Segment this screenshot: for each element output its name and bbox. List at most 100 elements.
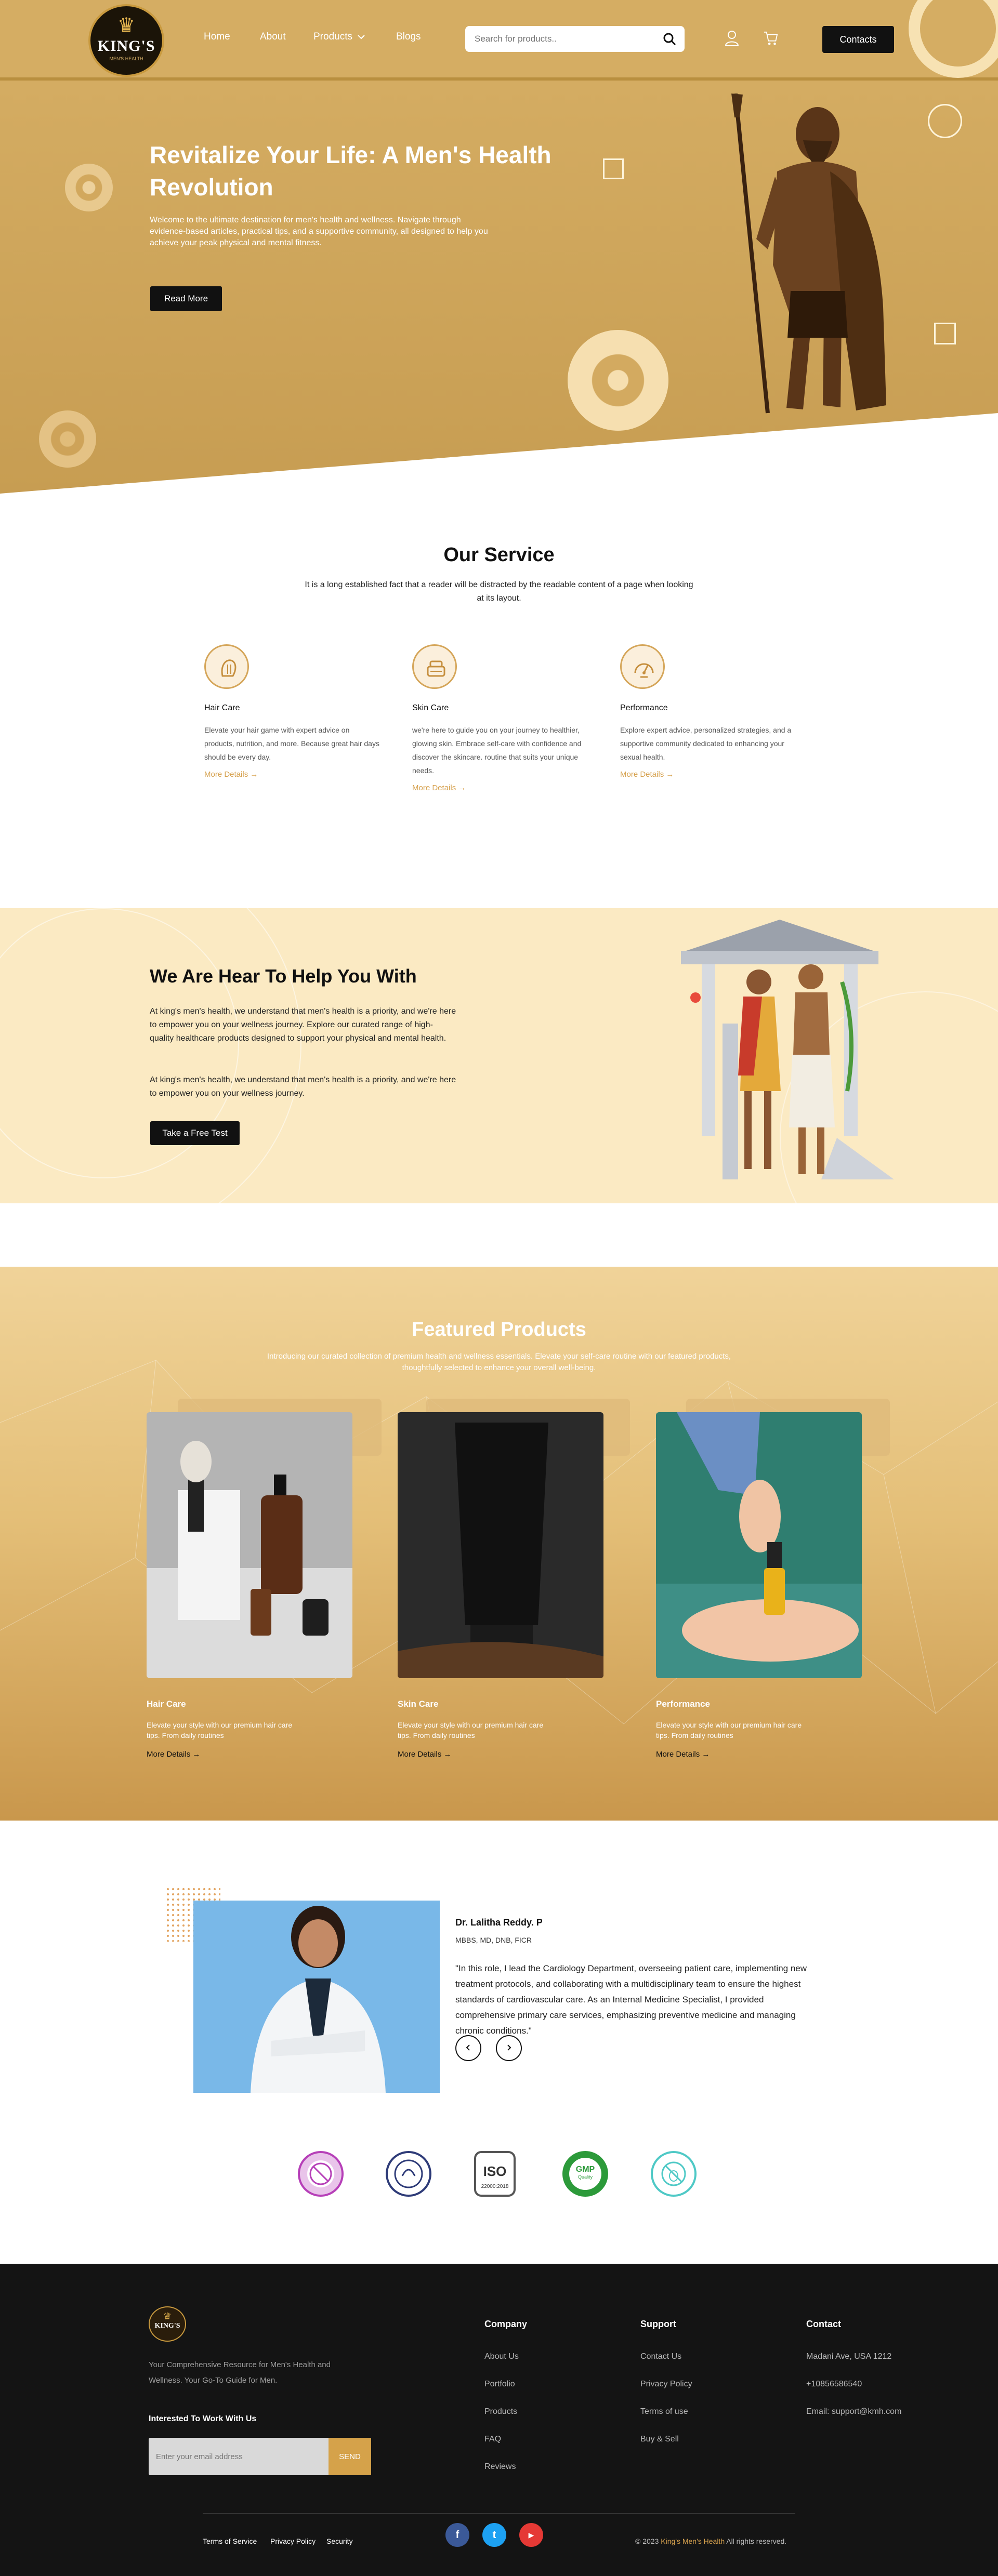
product-text: Elevate your style with our premium hair… (147, 1721, 293, 1740)
paraben-free-badge (298, 2151, 344, 2197)
decor-square (603, 158, 624, 179)
contacts-button[interactable]: Contacts (822, 26, 894, 53)
email-input[interactable] (156, 2449, 312, 2464)
service-title: Skin Care (412, 703, 449, 712)
crown-icon: ♛ (163, 2311, 172, 2321)
logo-wordmark: KING'S (97, 37, 155, 55)
logo-tagline: MEN'S HEALTH (109, 56, 143, 61)
decor-ring (65, 164, 113, 211)
footer-link-products[interactable]: Products (484, 2407, 517, 2416)
more-details-link[interactable]: More Details → (204, 770, 381, 779)
service-card: Performance Explore expert advice, perso… (620, 644, 797, 779)
skin-care-product-image (398, 1412, 603, 1678)
search-icon[interactable] (663, 32, 676, 46)
help-paragraph: At king's men's health, we understand th… (150, 1075, 456, 1098)
product-card[interactable]: Hair Care Elevate your style with our pr… (147, 1412, 352, 1759)
copyright: © 2023 King's Men's Health All rights re… (635, 2537, 787, 2545)
contact-heading: Contact (806, 2319, 841, 2329)
site-header: ♛ KING'S MEN'S HEALTH Home About Product… (0, 0, 998, 81)
footer-link-about[interactable]: About Us (484, 2352, 519, 2361)
hero-title: Revitalize Your Life: A Men's Health Rev… (150, 141, 551, 201)
nav-products[interactable]: Products (313, 31, 352, 43)
footer-link-buy-sell[interactable]: Buy & Sell (640, 2435, 679, 2444)
send-button[interactable]: SEND (329, 2438, 371, 2475)
chevron-down-icon[interactable] (358, 34, 365, 39)
contact-address: Madani Ave, USA 1212 (806, 2352, 892, 2361)
iso-label: ISO (483, 2163, 507, 2179)
product-card[interactable]: Performance Elevate your style with our … (656, 1412, 862, 1759)
service-text: Explore expert advice, personalized stra… (620, 726, 792, 761)
footer-link-terms[interactable]: Terms of use (640, 2407, 688, 2416)
footer-divider (203, 2513, 795, 2514)
work-title: Interested To Work With Us (149, 2414, 257, 2423)
bottom-link-security[interactable]: Security (326, 2537, 353, 2545)
decor-ring (568, 330, 668, 431)
contact-phone[interactable]: +10856586540 (806, 2380, 862, 2389)
cart-icon[interactable] (763, 30, 779, 46)
bottom-link-terms[interactable]: Terms of Service (203, 2537, 257, 2545)
nav-home[interactable]: Home (204, 31, 230, 43)
services-subtitle: It is a long established fact that a rea… (305, 580, 693, 603)
youtube-icon[interactable]: ▶ (519, 2523, 543, 2547)
featured-title: Featured Products (412, 1319, 586, 1340)
performance-product-image (656, 1412, 862, 1678)
iso-certified-badge: ISO 22000:2018 (474, 2151, 516, 2197)
gmp-quality-badge: GMP Quality (562, 2151, 608, 2197)
hair-care-icon (204, 644, 249, 689)
nav-blogs[interactable]: Blogs (396, 31, 421, 43)
more-details-link[interactable]: More Details → (147, 1750, 352, 1759)
help-section: We Are Hear To Help You With At king's m… (0, 908, 998, 1203)
search-input[interactable] (475, 31, 646, 47)
decor-circle (928, 104, 962, 138)
more-details-link[interactable]: More Details → (398, 1750, 603, 1759)
next-testimonial-button[interactable] (496, 2035, 522, 2061)
user-icon[interactable] (724, 30, 740, 46)
email-form: SEND (149, 2438, 371, 2475)
company-heading: Company (484, 2319, 528, 2329)
skin-care-icon (412, 644, 457, 689)
twitter-icon[interactable]: t (482, 2523, 506, 2547)
product-card[interactable]: Skin Care Elevate your style with our pr… (398, 1412, 603, 1759)
service-title: Performance (620, 703, 668, 712)
service-card: Hair Care Elevate your hair game with ex… (204, 644, 381, 779)
copyright-brand[interactable]: King's Men's Health (661, 2537, 725, 2545)
service-title: Hair Care (204, 703, 240, 712)
footer-about: Your Comprehensive Resource for Men's He… (149, 2360, 331, 2385)
footer-link-contact[interactable]: Contact Us (640, 2352, 681, 2361)
doctor-recommended-badge (386, 2151, 431, 2197)
help-title: We Are Hear To Help You With (150, 965, 417, 987)
footer-link-faq[interactable]: FAQ (484, 2435, 501, 2444)
footer-logo-word: KING'S (154, 2322, 180, 2330)
brand-logo[interactable]: ♛ KING'S MEN'S HEALTH (88, 4, 164, 77)
warrior-statue-image (731, 94, 886, 414)
more-details-link[interactable]: More Details → (620, 770, 797, 779)
service-text: Elevate your hair game with expert advic… (204, 726, 379, 761)
bottom-link-privacy[interactable]: Privacy Policy (270, 2537, 316, 2545)
more-details-link[interactable]: More Details → (656, 1750, 862, 1759)
arrow-right-icon: → (192, 1750, 201, 1759)
footer-logo[interactable]: ♛ KING'S (149, 2306, 186, 2342)
product-text: Elevate your style with our premium hair… (656, 1721, 802, 1740)
nav-about[interactable]: About (260, 31, 286, 43)
contact-email[interactable]: Email: support@kmh.com (806, 2407, 901, 2416)
footer-link-privacy[interactable]: Privacy Policy (640, 2380, 692, 2389)
arrow-right-icon (507, 2044, 511, 2051)
read-more-button[interactable]: Read More (150, 286, 222, 311)
support-heading: Support (640, 2319, 676, 2329)
footer-link-reviews[interactable]: Reviews (484, 2462, 516, 2472)
product-title: Hair Care (147, 1699, 186, 1709)
services-title: Our Service (443, 544, 555, 566)
arrow-right-icon: → (458, 784, 466, 792)
free-test-button[interactable]: Take a Free Test (150, 1121, 240, 1145)
facebook-icon[interactable]: f (445, 2523, 469, 2547)
footer-link-portfolio[interactable]: Portfolio (484, 2380, 515, 2389)
doctor-credentials: MBBS, MD, DNB, FICR (455, 1936, 532, 1944)
more-details-link[interactable]: More Details → (412, 784, 589, 792)
arrow-left-icon (466, 2044, 470, 2051)
iso-number: 22000:2018 (481, 2184, 509, 2189)
hair-care-product-image (147, 1412, 352, 1678)
product-title: Skin Care (398, 1699, 439, 1709)
arrow-right-icon: → (666, 770, 674, 779)
gmp-label: GMP (575, 2165, 595, 2174)
prev-testimonial-button[interactable] (455, 2035, 481, 2061)
